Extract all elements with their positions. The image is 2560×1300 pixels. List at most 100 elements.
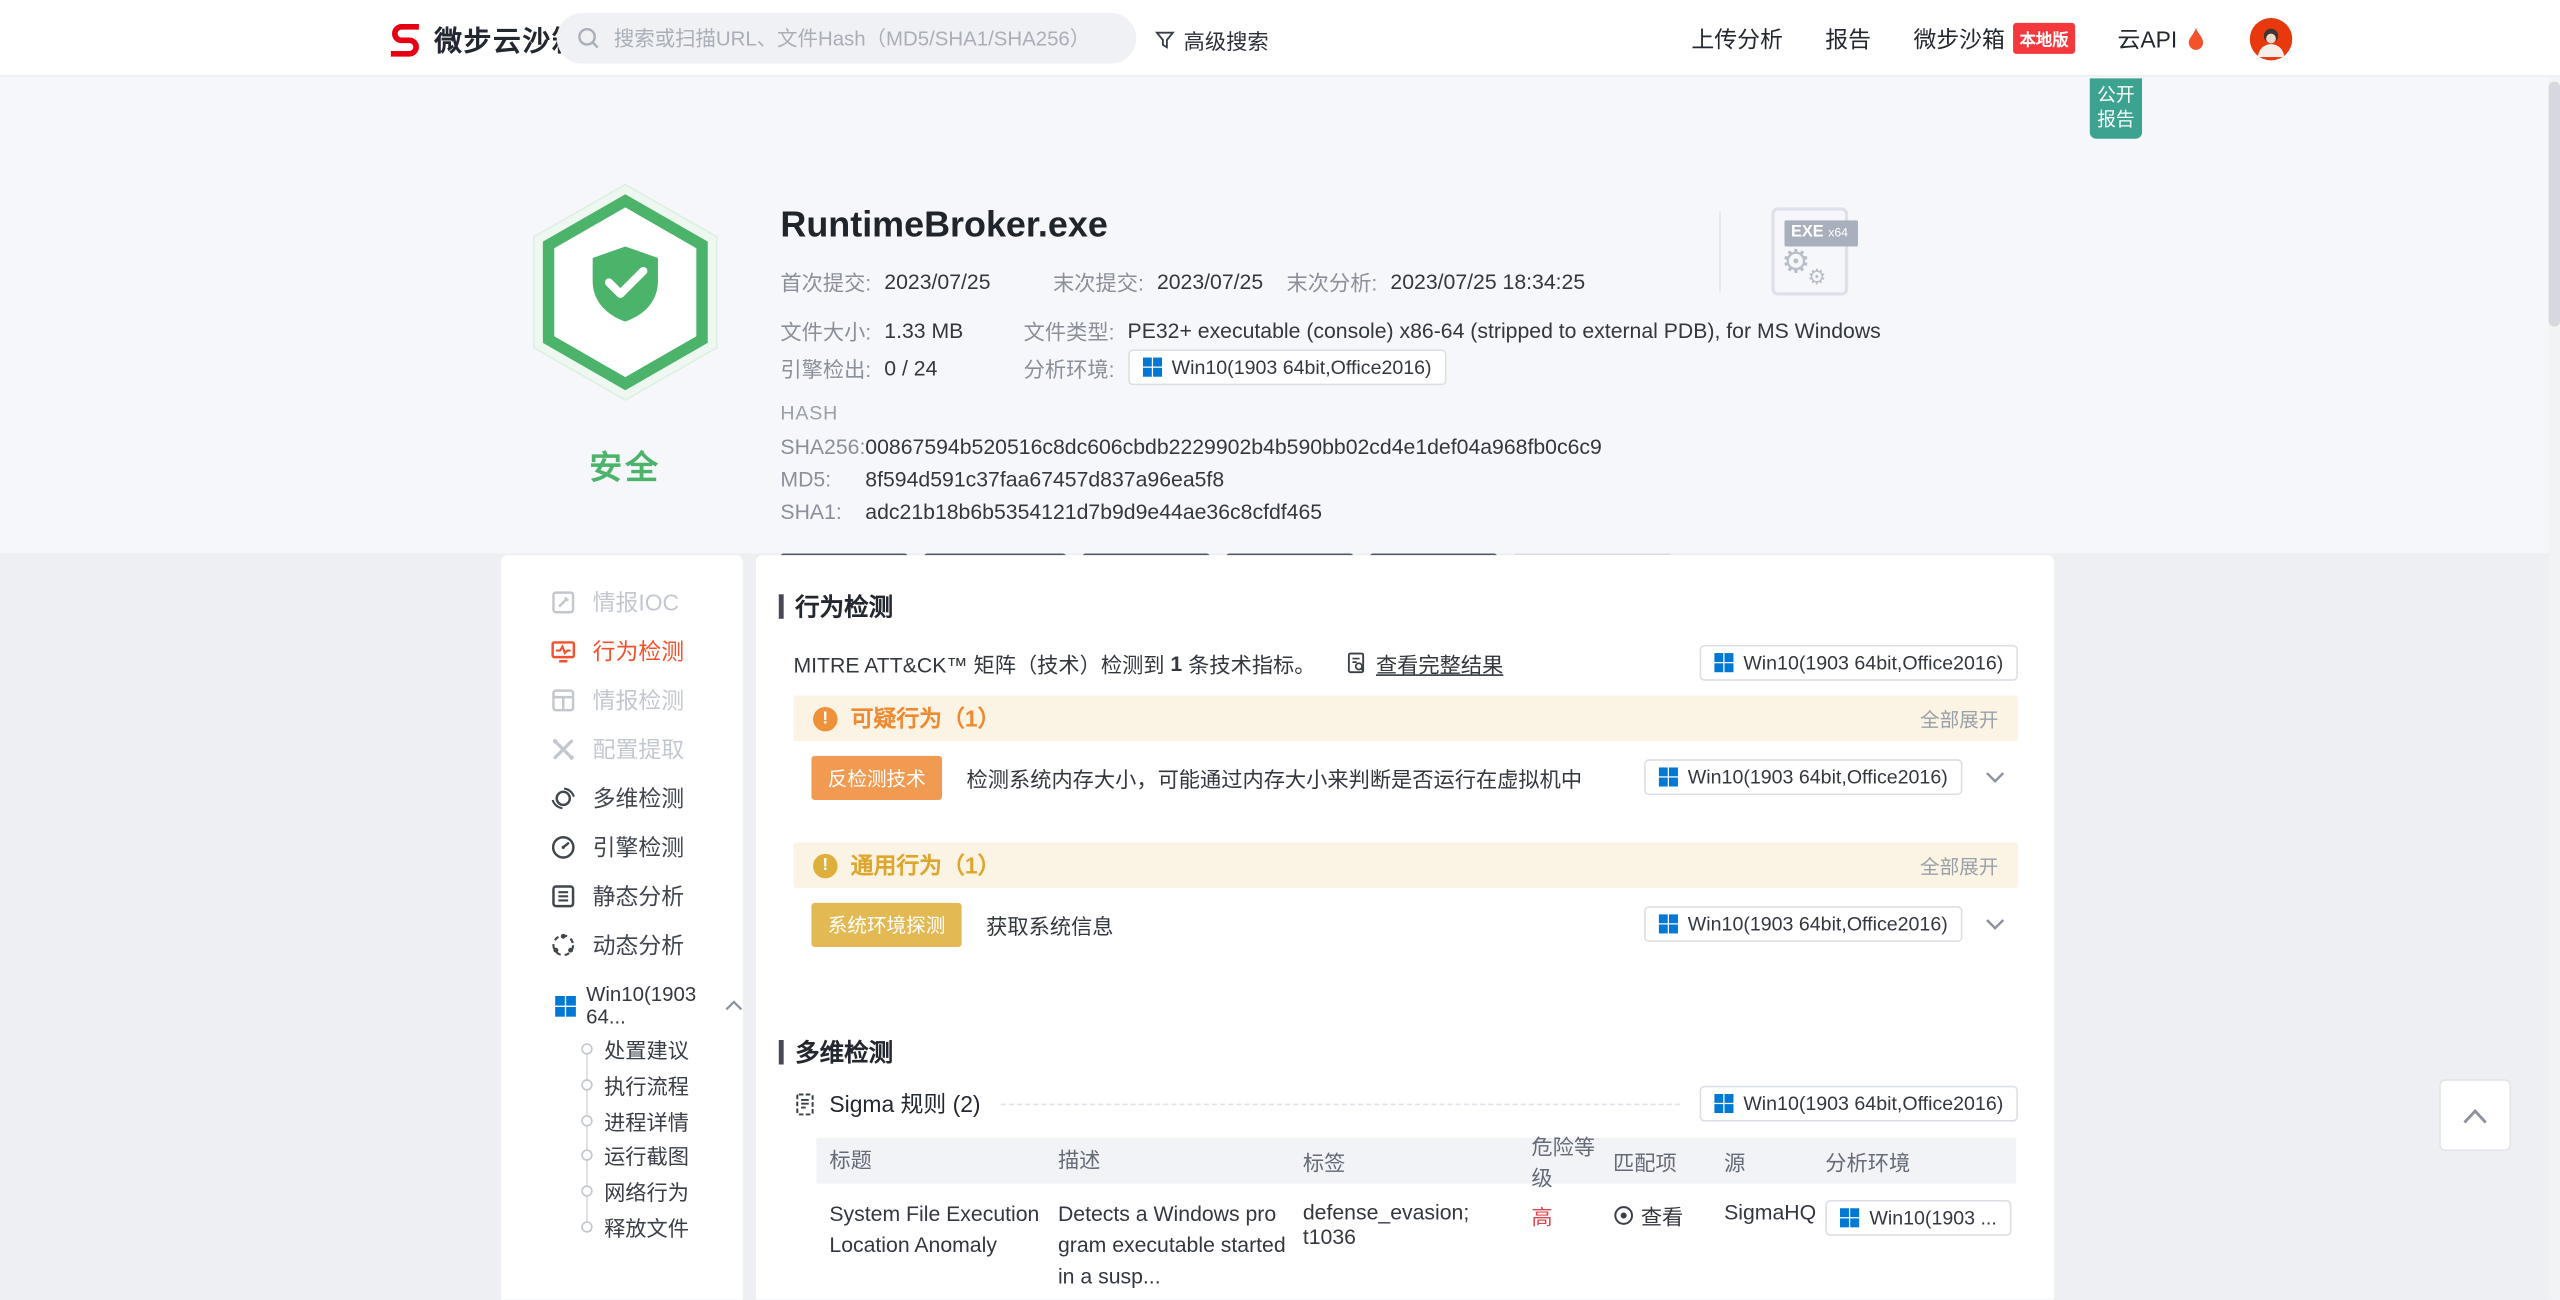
view-full-results-link[interactable]: 查看完整结果 [1345,647,1503,678]
dotted-divider [1000,1103,1680,1105]
nav-reports[interactable]: 报告 [1825,22,1871,55]
nav-sandbox[interactable]: 微步沙箱 本地版 [1913,22,2075,55]
gauge-icon [550,834,576,860]
scrollbar-thumb[interactable] [2549,82,2560,327]
rule-description: Detects a Windows program executable sta… [1058,1200,1303,1292]
sidebar-subitem-disposal-advice[interactable]: 处置建议 [501,1032,743,1067]
sidebar-item-behavior-detection[interactable]: 行为检测 [501,627,743,676]
mitre-summary-row: MITRE ATT&CK™ 矩阵（技术）检测到 1 条技术指标。 查看完整结果 … [793,645,2017,681]
search-bar[interactable] [557,13,1137,64]
report-summary: 公开 报告 安全 RuntimeBroker.exe 首次提交:2023/07/… [0,77,2560,554]
doc-search-icon [1345,651,1368,674]
windows-icon [555,995,576,1016]
nav-upload-analysis[interactable]: 上传分析 [1691,22,1782,55]
target-circle-icon [1613,1205,1634,1226]
table-row: System File Execution Location Anomaly D… [816,1184,2016,1300]
table-header-row: 标题 描述 标签 危险等级 匹配项 源 分析环境 [816,1138,2016,1184]
edit-square-icon [550,589,576,615]
back-to-top-button[interactable] [2439,1079,2511,1151]
sidebar-item-intel-detection[interactable]: 情报检测 [501,676,743,725]
advanced-search-button[interactable]: 高级搜索 [1154,24,1268,55]
chevron-down-icon[interactable] [1985,918,2005,931]
env-chip[interactable]: Win10(1903 64bit,Office2016) [1644,906,1963,942]
severity-badge: 高 [1531,1200,1613,1231]
file-size: 1.33 MB [884,318,963,342]
rule-source: SigmaHQ [1724,1200,1825,1224]
sha1-value: adc21b18b6b5354121d7b9d9e44ae36c8cfdf465 [865,500,1322,524]
env-chip[interactable]: Win10(1903 64bit,Office2016) [1699,645,2018,681]
env-chip[interactable]: Win10(1903 ... [1825,1200,2011,1236]
threatbook-logo-icon [387,20,423,56]
filter-funnel-icon [1154,29,1175,50]
expand-all-link[interactable]: 全部展开 [1920,704,1998,732]
mitre-count: 1 [1170,651,1182,675]
alert-icon: ! [813,706,837,730]
windows-icon [1658,767,1678,787]
sha256-value: 00867594b520516c8dc606cbdb2229902b4b590b… [865,434,1602,458]
verdict-label: 安全 [519,441,731,488]
chevron-down-icon[interactable] [1985,771,2005,784]
scrollbar-track[interactable] [2549,77,2560,1300]
generic-behavior-header: ! 通用行为（1） 全部展开 [793,842,2017,888]
env-chip[interactable]: Win10(1903 64bit,Office2016) [1644,759,1963,795]
hash-section-title: HASH [780,402,838,425]
sidebar-subitem-network-behavior[interactable]: 网络行为 [501,1173,743,1208]
list-icon [550,883,576,909]
collapse-caret-icon[interactable] [725,999,743,1012]
rule-tags: defense_evasion; t1036 [1303,1200,1532,1249]
sigma-rules-table: 标题 描述 标签 危险等级 匹配项 源 分析环境 System File Exe… [816,1138,2016,1300]
chevron-up-icon [2462,1106,2488,1124]
sidebar-subitem-process-details[interactable]: 进程详情 [501,1103,743,1138]
sigma-rules-row: Sigma 规则 (2) Win10(1903 64bit,Office2016… [793,1086,2017,1122]
sidebar-subitem-dropped-files[interactable]: 释放文件 [501,1209,743,1244]
windows-icon [1840,1208,1860,1228]
sidebar-subitem-run-screenshots[interactable]: 运行截图 [501,1138,743,1173]
brand-logo[interactable]: 微步云沙箱 [387,18,581,59]
suspicious-behavior-header: ! 可疑行为（1） 全部展开 [793,696,2017,742]
multidim-section-title: 多维检测 [779,1035,2054,1069]
file-type: PE32+ executable (console) x86-64 (strip… [1128,318,1881,342]
page: 微步云沙箱 高级搜索 上传分析 报告 微步沙箱 本地版 云API [0,0,2560,1300]
analysis-env-chip[interactable]: Win10(1903 64bit,Office2016) [1128,349,1447,385]
search-input[interactable] [614,27,1104,50]
behavior-row[interactable]: 系统环境探测 获取系统信息 Win10(1903 64bit,Office201… [793,888,2017,960]
sidebar-item-intel-ioc[interactable]: 情报IOC [501,578,743,627]
sidebar-item-static-analysis[interactable]: 静态分析 [501,872,743,921]
sigma-rules-title: Sigma 规则 (2) [829,1087,980,1120]
public-report-ribbon[interactable]: 公开 报告 [2090,78,2142,138]
search-icon [576,26,600,50]
first-submit-date: 2023/07/25 [884,269,990,293]
sidebar-item-config-extraction[interactable]: 配置提取 [501,725,743,774]
alert-icon: ! [813,853,837,877]
sidebar-item-engine-detection[interactable]: 引擎检测 [501,823,743,872]
behavior-row[interactable]: 反检测技术 检测系统内存大小，可能通过内存大小来判断是否运行在虚拟机中 Win1… [793,741,2017,813]
nav-cloud-api[interactable]: 云API [2118,22,2207,55]
gear-icon: ⚙ [1807,266,1826,287]
local-version-badge: 本地版 [2013,23,2075,54]
expand-all-link[interactable]: 全部展开 [1920,851,1998,879]
sidebar-item-dynamic-analysis[interactable]: 动态分析 [501,921,743,970]
rule-title: System File Execution Location Anomaly [816,1200,1058,1262]
env-chip[interactable]: Win10(1903 64bit,Office2016) [1699,1086,2018,1122]
sidebar-subitem-execution-flow[interactable]: 执行流程 [501,1067,743,1102]
flame-icon [2184,25,2207,51]
exe-file-icon: EXE x64 ⚙ ⚙ [1771,207,1848,295]
meta-row-dates: 首次提交:2023/07/25 末次提交:2023/07/25 末次分析:202… [780,266,1585,297]
technique-tag: 系统环境探测 [811,902,961,946]
behavior-section-title: 行为检测 [779,589,2054,623]
nodes-circle-icon [550,932,576,958]
md5-value: 8f594d591c37faa67457d837a96ea5f8 [865,467,1224,491]
sigma-doc-icon [793,1091,817,1115]
behavior-monitor-icon [550,638,576,664]
report-sidebar: 情报IOC 行为检测 情报检测 配置提取 多维检测 引擎检测 [501,555,743,1299]
windows-icon [1658,914,1678,934]
view-matches-link[interactable]: 查看 [1613,1200,1724,1231]
meta-row-engine: 引擎检出:0 / 24 分析环境: Win10(1903 64bit,Offic… [780,349,1446,385]
sidebar-item-multidim-detection[interactable]: 多维检测 [501,774,743,823]
sidebar-env-group[interactable]: Win10(1903 64... [501,986,743,1025]
tools-icon [550,736,576,762]
safe-shield-icon [519,178,731,423]
file-name-title: RuntimeBroker.exe [780,204,1107,246]
user-avatar[interactable] [2249,17,2291,59]
nav-links: 上传分析 报告 微步沙箱 本地版 云API [1691,0,2291,77]
